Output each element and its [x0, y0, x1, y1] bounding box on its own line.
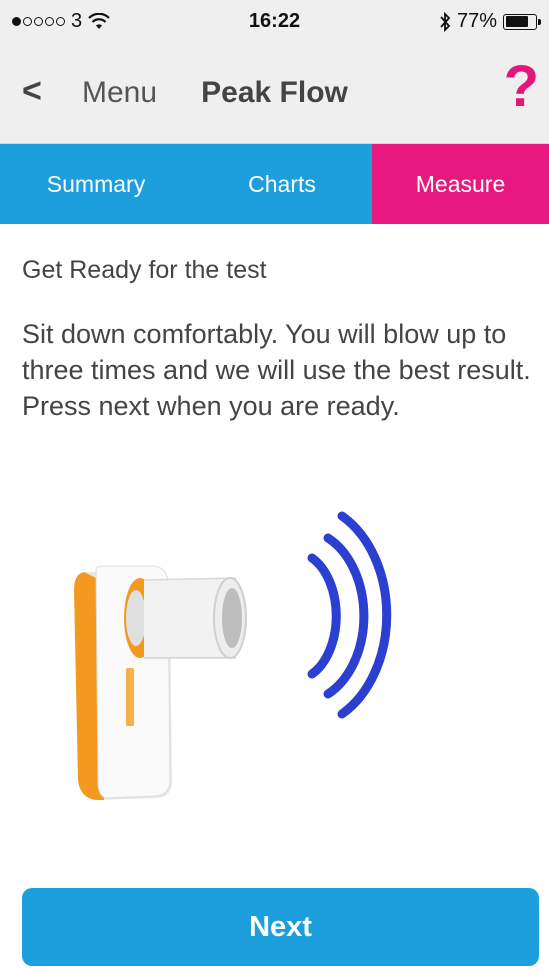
peak-flow-device-icon — [74, 565, 247, 800]
peak-flow-meter-illustration — [74, 511, 392, 800]
next-button[interactable]: Next — [22, 888, 539, 966]
question-mark-icon[interactable]: ? — [504, 58, 539, 116]
test-instructions: Sit down comfortably. You will blow up t… — [22, 319, 531, 421]
test-heading: Get Ready for the test — [22, 256, 267, 284]
airflow-waves-icon — [307, 511, 392, 719]
back-button[interactable]: Menu — [82, 76, 157, 110]
tab-charts[interactable]: Charts — [192, 144, 372, 224]
tab-bar: Summary Charts Measure — [0, 144, 549, 224]
status-bar: 3 16:22 77% — [0, 0, 549, 44]
navigation-bar: < Menu Peak Flow ? — [0, 44, 549, 144]
battery-percent: 77% — [456, 10, 497, 32]
tab-summary[interactable]: Summary — [0, 144, 192, 224]
bluetooth-icon — [440, 11, 451, 32]
battery-icon — [503, 13, 541, 30]
status-right: 77% — [439, 10, 541, 33]
chevron-left-icon[interactable]: < — [22, 72, 42, 111]
tab-measure[interactable]: Measure — [372, 144, 549, 224]
